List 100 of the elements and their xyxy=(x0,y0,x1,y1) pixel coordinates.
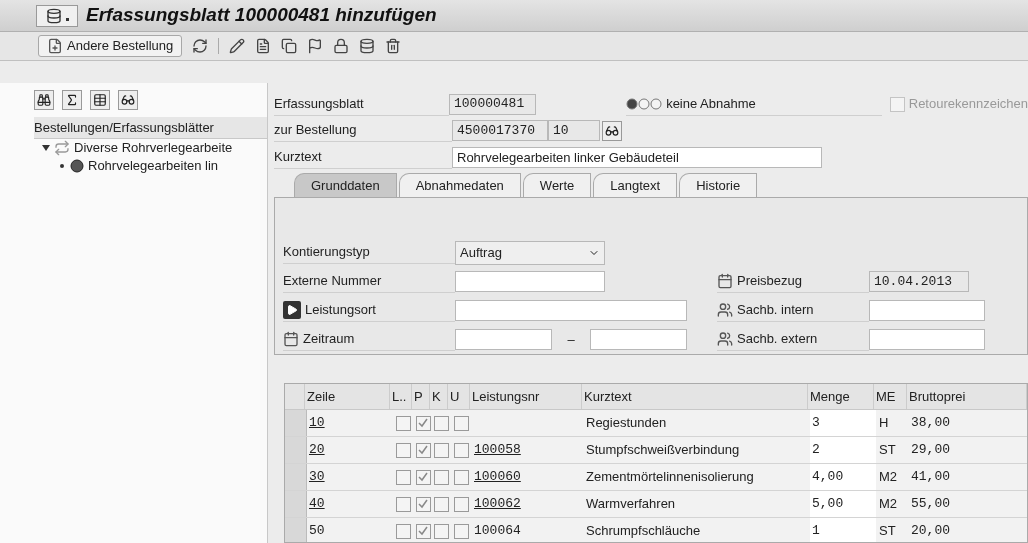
checkbox[interactable] xyxy=(433,415,449,431)
database-icon[interactable] xyxy=(359,38,376,54)
window-title: Erfassungsblatt 100000481 hinzufügen xyxy=(86,3,437,28)
quantity-field[interactable]: 4,00 xyxy=(810,464,876,490)
table-cell-text: M2 xyxy=(879,468,898,487)
checkbox[interactable] xyxy=(415,415,431,431)
service-number-link[interactable]: 100062 xyxy=(474,494,521,514)
row-selector[interactable] xyxy=(285,410,307,436)
row-selector[interactable] xyxy=(285,464,307,490)
checkbox[interactable] xyxy=(395,442,411,458)
flag-icon[interactable] xyxy=(307,38,324,54)
column-header[interactable]: Menge xyxy=(808,384,874,409)
checkbox[interactable] xyxy=(415,496,431,512)
tab[interactable]: Grunddaten xyxy=(294,173,397,197)
checkbox[interactable] xyxy=(415,469,431,485)
edit-icon[interactable] xyxy=(229,38,246,54)
play-icon[interactable] xyxy=(283,301,301,319)
column-header[interactable]: Leistungsnr xyxy=(470,384,582,409)
short-text-field[interactable]: Rohrvelegearbeiten linker Gebäudeteil xyxy=(452,147,822,168)
tree-item[interactable]: Diverse Rohrverlegearbeite xyxy=(74,138,233,158)
menu-button[interactable] xyxy=(36,4,78,27)
layout-icon[interactable] xyxy=(90,90,110,110)
account-type-dropdown[interactable]: Auftrag xyxy=(455,240,605,265)
checkbox[interactable] xyxy=(453,415,469,431)
sheet-number-field[interactable]: 100000481 xyxy=(449,93,536,115)
database-icon xyxy=(45,7,62,24)
checkbox[interactable] xyxy=(433,496,449,512)
column-header[interactable]: L.. xyxy=(390,384,412,409)
document-icon[interactable] xyxy=(255,38,272,54)
column-header[interactable]: P xyxy=(412,384,430,409)
checkbox[interactable] xyxy=(415,523,431,539)
tab[interactable]: Abnahmedaten xyxy=(398,173,521,197)
row-number-link[interactable]: 50 xyxy=(309,521,325,541)
checkbox[interactable] xyxy=(453,469,469,485)
order-number-field[interactable]: 4500017370 xyxy=(452,120,548,141)
item-field[interactable]: 10 xyxy=(548,120,600,141)
range-separator: – xyxy=(566,330,576,349)
sum-icon[interactable] xyxy=(62,90,82,110)
tree-item[interactable]: Rohrvelegearbeiten lin xyxy=(88,156,219,176)
lock-icon[interactable] xyxy=(333,38,350,54)
trash-icon[interactable] xyxy=(385,38,402,54)
refresh-icon[interactable] xyxy=(192,38,209,54)
service-number-link[interactable]: 100064 xyxy=(474,521,521,541)
row-selector[interactable] xyxy=(285,437,307,463)
external-contact-field[interactable] xyxy=(869,329,985,350)
column-header[interactable]: Bruttoprei xyxy=(907,384,1027,409)
glasses-icon[interactable] xyxy=(118,90,138,110)
column-header[interactable]: U xyxy=(448,384,470,409)
service-location-field[interactable] xyxy=(455,300,687,321)
glasses-icon[interactable] xyxy=(602,120,622,141)
table-cell-text: 55,00 xyxy=(911,495,950,514)
tab[interactable]: Langtext xyxy=(593,173,678,197)
column-header[interactable]: ME xyxy=(874,384,907,409)
find-icon[interactable] xyxy=(34,90,54,110)
price-date-field[interactable]: 10.04.2013 xyxy=(869,271,969,292)
table-cell-text: H xyxy=(879,414,889,433)
checkbox[interactable] xyxy=(453,442,469,458)
copy-icon[interactable] xyxy=(281,38,298,54)
quantity-field[interactable]: 5,00 xyxy=(810,491,876,517)
service-number-link[interactable]: 100058 xyxy=(474,440,521,460)
checkbox[interactable] xyxy=(433,469,449,485)
row-number-link[interactable]: 20 xyxy=(309,440,325,460)
field-label: Kurztext xyxy=(274,148,322,167)
other-order-button[interactable]: Andere Bestellung xyxy=(38,35,183,57)
internal-contact-field[interactable] xyxy=(869,300,985,321)
service-number-link[interactable]: 100060 xyxy=(474,467,521,487)
bullet-icon xyxy=(60,164,64,168)
table-cell-text: 29,00 xyxy=(911,441,950,460)
row-number-link[interactable]: 10 xyxy=(309,413,325,433)
arrows-icon xyxy=(54,140,70,156)
quantity-field[interactable]: 2 xyxy=(810,437,876,463)
tab[interactable]: Historie xyxy=(679,173,758,197)
row-selector[interactable] xyxy=(285,518,307,542)
checkbox[interactable] xyxy=(433,523,449,539)
field-label: Externe Nummer xyxy=(283,272,382,291)
checkbox[interactable] xyxy=(453,496,469,512)
date-to-field[interactable] xyxy=(590,329,687,350)
checkbox[interactable] xyxy=(453,523,469,539)
date-from-field[interactable] xyxy=(455,329,552,350)
row-number-link[interactable]: 40 xyxy=(309,494,325,514)
expand-triangle-icon[interactable] xyxy=(42,144,50,152)
checkbox[interactable] xyxy=(433,442,449,458)
column-header[interactable]: Zeile xyxy=(305,384,390,409)
external-number-field[interactable] xyxy=(455,271,605,292)
table-cell-text: Schrumpfschläuche xyxy=(586,522,701,541)
quantity-field[interactable]: 3 xyxy=(810,410,876,436)
column-header[interactable]: K xyxy=(430,384,448,409)
quantity-field[interactable]: 1 xyxy=(810,518,876,542)
checkbox-label: Retourekennzeichen xyxy=(908,95,1028,114)
checkbox[interactable] xyxy=(395,523,411,539)
row-selector[interactable] xyxy=(285,491,307,517)
checkbox[interactable] xyxy=(395,496,411,512)
checkbox[interactable] xyxy=(395,415,411,431)
row-number-link[interactable]: 30 xyxy=(309,467,325,487)
checkbox[interactable] xyxy=(415,442,431,458)
table-cell-text: ST xyxy=(879,441,896,460)
column-header[interactable]: Kurztext xyxy=(582,384,808,409)
checkbox[interactable] xyxy=(395,469,411,485)
field-label: Erfassungsblatt xyxy=(274,94,364,113)
tab[interactable]: Werte xyxy=(522,173,592,197)
